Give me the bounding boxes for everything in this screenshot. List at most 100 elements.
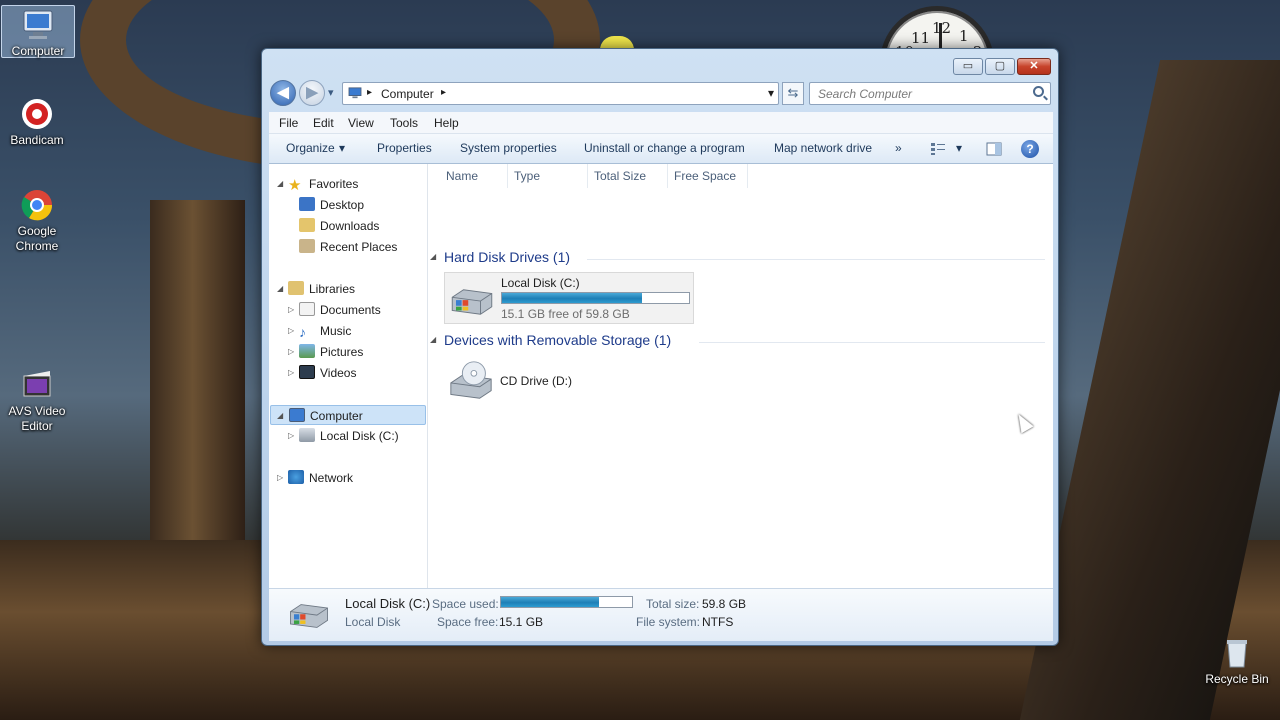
recent-pages-dropdown[interactable]: ▾	[328, 86, 334, 99]
column-header-name[interactable]: Name	[440, 164, 508, 188]
recycle-bin-icon	[1227, 640, 1247, 668]
group-hard-disk-drives[interactable]: ◢ Hard Disk Drives (1)	[430, 249, 1047, 269]
address-dropdown[interactable]: ▾	[768, 86, 774, 100]
pictures-icon	[299, 344, 315, 358]
view-options-icon[interactable]	[930, 142, 946, 156]
column-header-type[interactable]: Type	[508, 164, 588, 188]
space-used-label: Space used:	[432, 597, 499, 611]
search-icon[interactable]	[1033, 86, 1044, 97]
content-area: ◢ ★ Favorites Desktop Downloads Recent Pl…	[269, 164, 1053, 588]
group-label: Hard Disk Drives (1)	[444, 249, 571, 265]
address-bar[interactable]: ▸ Computer ▸ ▾	[342, 82, 779, 105]
tree-item-documents[interactable]: ▷ Documents	[288, 300, 381, 320]
collapse-icon[interactable]: ◢	[430, 335, 436, 344]
expand-icon[interactable]: ▷	[288, 342, 294, 362]
breadcrumb-separator[interactable]: ▸	[367, 87, 372, 98]
group-removable-storage[interactable]: ◢ Devices with Removable Storage (1)	[430, 332, 1047, 352]
breadcrumb-computer[interactable]: Computer	[381, 87, 434, 101]
search-input[interactable]: Search Computer	[818, 87, 912, 101]
space-used-bar	[500, 596, 633, 608]
maximize-button[interactable]: ▢	[985, 58, 1015, 75]
total-size-label: Total size:	[646, 597, 700, 611]
space-free-value: 15.1 GB	[499, 615, 544, 629]
close-button[interactable]: ✕	[1017, 58, 1051, 75]
tree-item-music[interactable]: ▷ ♪ Music	[288, 321, 351, 341]
tree-item-downloads[interactable]: Downloads	[299, 216, 379, 236]
tree-favorites[interactable]: ◢ ★ Favorites	[277, 174, 359, 194]
tree-label: Documents	[320, 303, 381, 317]
hard-drive-icon	[299, 428, 315, 442]
map-network-drive-button[interactable]: Map network drive	[774, 141, 872, 155]
tree-libraries[interactable]: ◢ Libraries	[277, 279, 355, 299]
collapse-icon[interactable]: ◢	[277, 174, 283, 194]
tree-label: Desktop	[320, 198, 365, 212]
tree-item-local-disk-c[interactable]: ▷ Local Disk (C:)	[288, 426, 399, 446]
collapse-icon[interactable]: ◢	[277, 406, 283, 426]
preview-pane-icon[interactable]	[986, 142, 1002, 156]
forward-button[interactable]: ▶	[299, 80, 325, 106]
organize-button[interactable]: Organize	[286, 141, 335, 155]
menu-file[interactable]: File	[279, 116, 298, 130]
column-header-total-size[interactable]: Total Size	[588, 164, 668, 188]
refresh-button[interactable]: ⇆	[782, 82, 804, 105]
tree-network[interactable]: ▷ Network	[277, 468, 354, 488]
expand-icon[interactable]: ▷	[288, 363, 294, 383]
title-bar[interactable]: ▭ ▢ ✕	[262, 49, 1058, 79]
uninstall-program-button[interactable]: Uninstall or change a program	[584, 141, 745, 155]
organize-dropdown[interactable]: ▾	[339, 141, 345, 155]
more-commands-button[interactable]: »	[895, 141, 902, 155]
menu-edit[interactable]: Edit	[313, 116, 334, 130]
tree-label: Computer	[310, 409, 363, 423]
search-box[interactable]: Search Computer	[809, 82, 1051, 105]
drive-free-text: 15.1 GB free of 59.8 GB	[501, 307, 630, 321]
tree-computer[interactable]: ◢ Computer	[270, 405, 426, 425]
breadcrumb-separator[interactable]: ▸	[441, 87, 446, 98]
bandicam-icon	[22, 99, 52, 129]
tree-label: Downloads	[320, 219, 380, 233]
computer-icon	[289, 408, 305, 422]
expand-icon[interactable]: ▷	[277, 468, 283, 488]
menu-tools[interactable]: Tools	[390, 116, 418, 130]
expand-icon[interactable]: ▷	[288, 321, 294, 341]
desktop-icon-chrome[interactable]: Google Chrome	[0, 188, 74, 254]
desktop-icon-recycle-bin[interactable]: Recycle Bin	[1200, 636, 1274, 687]
chrome-icon	[21, 190, 53, 221]
explorer-window[interactable]: ▭ ▢ ✕ ◀ ▶ ▾ ▸ Computer ▸ ▾ ⇆ Search Comp…	[261, 48, 1059, 646]
desktop-icon-avs[interactable]: AVS Video Editor	[0, 368, 74, 434]
tree-label: Favorites	[309, 177, 359, 191]
minimize-button[interactable]: ▭	[953, 58, 983, 75]
column-header-free-space[interactable]: Free Space	[668, 164, 748, 188]
desktop-icon-bandicam[interactable]: Bandicam	[0, 97, 74, 148]
desktop-icon-label: AVS Video Editor	[8, 404, 66, 433]
view-options-dropdown[interactable]: ▾	[956, 141, 962, 155]
menu-help[interactable]: Help	[434, 116, 459, 130]
collapse-icon[interactable]: ◢	[430, 252, 436, 261]
help-button[interactable]: ?	[1021, 140, 1039, 158]
drive-cd-d[interactable]: CD Drive (D:)	[444, 356, 694, 408]
desktop-icon-computer[interactable]: Computer	[1, 5, 75, 58]
hard-drive-icon	[451, 289, 493, 315]
desktop-icon-label: Google Chrome	[15, 224, 59, 253]
videos-icon	[299, 365, 315, 379]
documents-icon	[299, 302, 315, 316]
expand-icon[interactable]: ▷	[288, 426, 294, 446]
tree-item-desktop[interactable]: Desktop	[299, 195, 364, 215]
details-type: Local Disk	[345, 615, 401, 629]
tree-item-pictures[interactable]: ▷ Pictures	[288, 342, 363, 362]
system-properties-button[interactable]: System properties	[460, 141, 557, 155]
menu-view[interactable]: View	[348, 116, 374, 130]
collapse-icon[interactable]: ◢	[277, 279, 283, 299]
tree-item-recent-places[interactable]: Recent Places	[299, 237, 397, 257]
tree-label: Local Disk (C:)	[320, 429, 399, 443]
properties-button[interactable]: Properties	[377, 141, 432, 155]
details-pane: Local Disk (C:) Local Disk Space used: S…	[269, 588, 1053, 641]
tree-label: Network	[309, 471, 354, 485]
expand-icon[interactable]: ▷	[288, 300, 294, 320]
drive-local-disk-c[interactable]: Local Disk (C:) 15.1 GB free of 59.8 GB	[444, 272, 694, 324]
tree-item-videos[interactable]: ▷ Videos	[288, 363, 357, 383]
total-size-value: 59.8 GB	[702, 597, 747, 611]
tree-label: Videos	[320, 366, 357, 380]
back-button[interactable]: ◀	[270, 80, 296, 106]
group-divider	[587, 259, 1045, 260]
details-name: Local Disk (C:)	[345, 596, 431, 611]
